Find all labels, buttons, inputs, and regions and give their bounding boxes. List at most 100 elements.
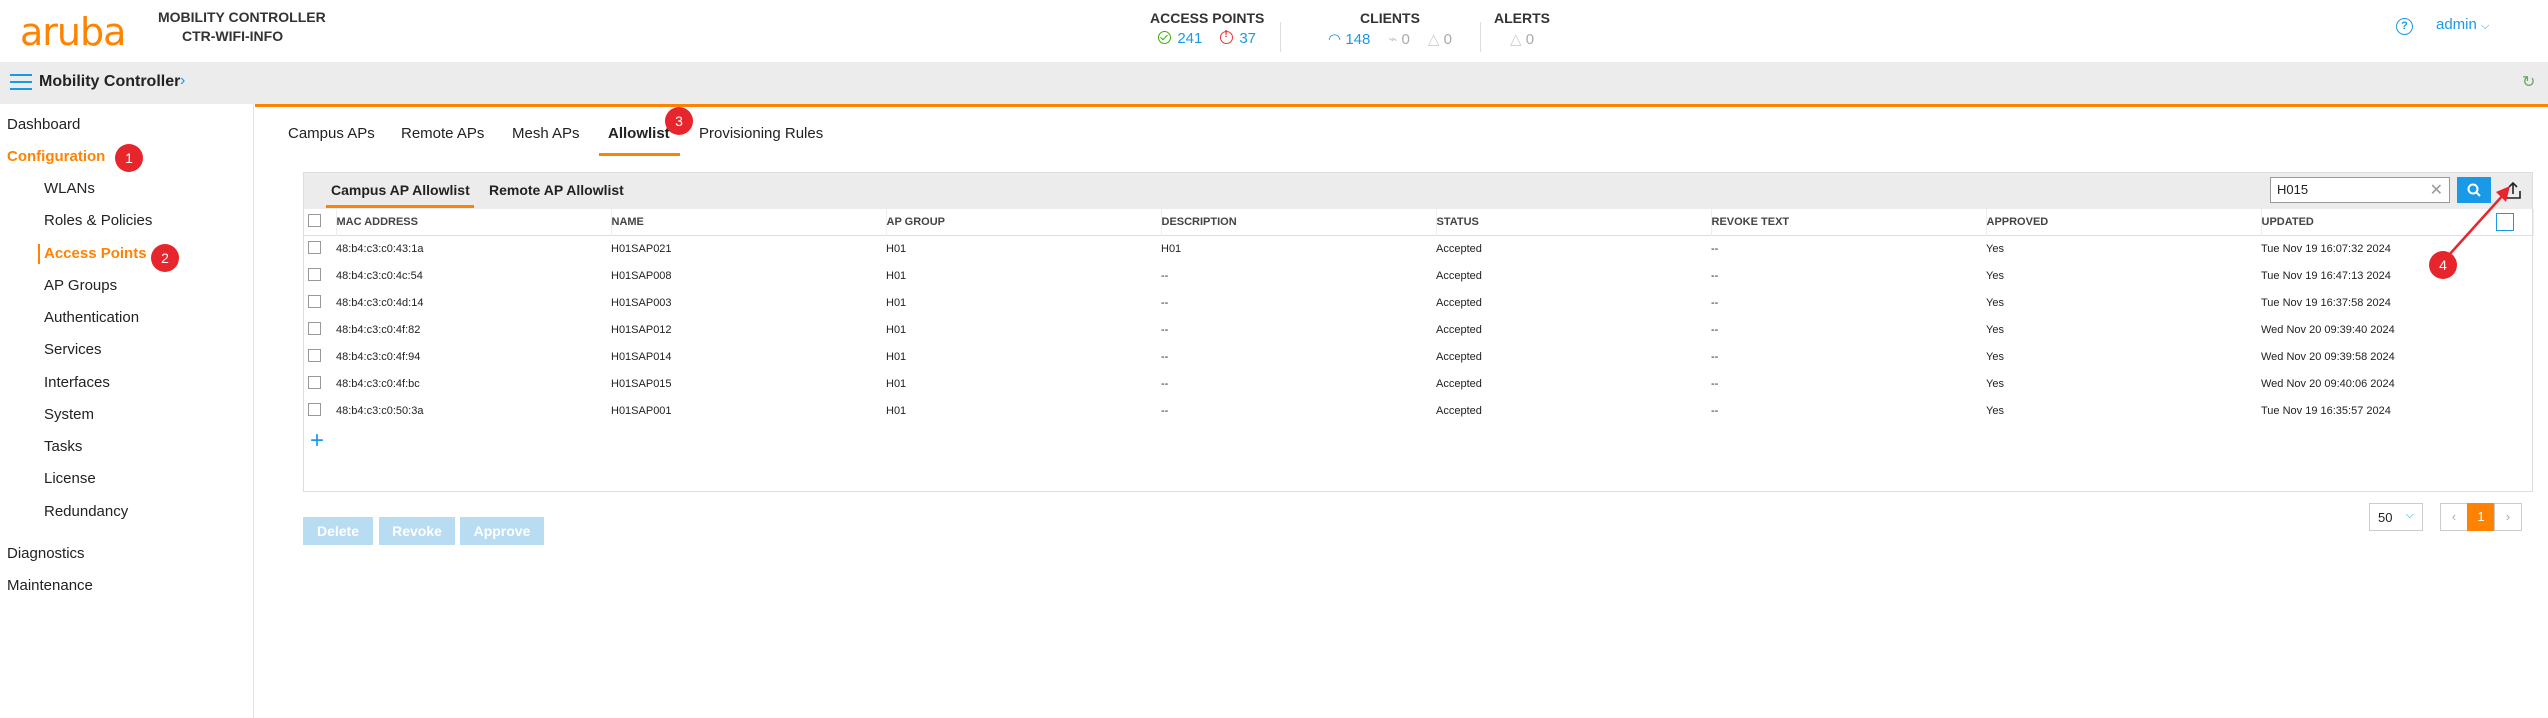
cell-approved: Yes [1986,404,2004,417]
column-settings-icon[interactable] [2496,213,2514,231]
row-checkbox[interactable] [308,402,321,416]
cell-ap-group: H01 [886,323,907,336]
page-size-select[interactable]: 50 ⌵ [2369,503,2423,531]
tab-bar: Campus APs Remote APs Mesh APs Allowlist… [255,107,2548,160]
clients-summary[interactable]: CLIENTS ◠ 148 ⌁ 0 △ 0 [1300,10,1480,48]
page-button-current[interactable]: 1 [2467,503,2495,531]
subtab-remote-ap-allowlist[interactable]: Remote AP Allowlist [489,182,624,198]
access-points-summary[interactable]: ACCESS POINTS 241 37 [1150,10,1264,47]
table-row[interactable]: 48:b4:c3:c0:4d:14 H01SAP003 H01 -- Accepted -… [304,289,2534,316]
top-header: aruba MOBILITY CONTROLLER CTR-WIFI-INFO … [0,0,2548,62]
col-name[interactable]: NAME [611,209,887,235]
row-select-cell [304,370,336,397]
cell-status: Accepted [1436,404,1482,417]
wireless-clients-count[interactable]: ◠ 148 [1328,30,1370,48]
thumb-icon: △ [1427,31,1440,48]
cell-status: Accepted [1436,377,1482,390]
alerts-summary[interactable]: ALERTS △ 0 [1494,10,1550,48]
chevron-right-icon[interactable]: › [180,72,185,90]
step-badge-3: 3 [665,107,693,135]
delete-button[interactable]: Delete [303,517,373,545]
add-icon[interactable]: + [310,427,324,455]
search-input[interactable]: H015 ✕ [2270,177,2450,203]
clear-icon[interactable]: ✕ [2430,180,2443,200]
tab-active-underline [599,153,680,156]
tab-mesh-aps[interactable]: Mesh APs [512,125,580,142]
subtab-campus-ap-allowlist[interactable]: Campus AP Allowlist [331,182,470,198]
menu-icon[interactable] [10,74,32,90]
cell-approved: Yes [1986,350,2004,363]
tab-campus-aps[interactable]: Campus APs [288,125,375,142]
sidebar-item-services[interactable]: Services [44,341,102,358]
alerts-label: ALERTS [1494,10,1550,26]
export-button[interactable] [2500,177,2526,203]
approve-button[interactable]: Approve [460,517,544,545]
wired-clients-count[interactable]: ⌁ 0 [1388,30,1410,48]
table-row[interactable]: 48:b4:c3:c0:4f:82 H01SAP012 H01 -- Accepted -… [304,316,2534,343]
sidebar-item-interfaces[interactable]: Interfaces [44,374,110,391]
sidebar-item-maintenance[interactable]: Maintenance [7,577,93,594]
row-checkbox[interactable] [308,348,321,362]
row-checkbox[interactable] [308,294,321,308]
other-clients-count[interactable]: △ 0 [1428,30,1452,48]
table-row[interactable]: 48:b4:c3:c0:4c:54 H01SAP008 H01 -- Accepted -… [304,262,2534,289]
tab-provisioning-rules[interactable]: Provisioning Rules [699,125,823,142]
col-ap-group[interactable]: AP GROUP [886,209,1162,235]
ap-down-count[interactable]: 37 [1220,29,1256,47]
search-button[interactable] [2457,177,2491,203]
prev-page-button[interactable]: ‹ [2440,503,2468,531]
allowlist-table: MAC ADDRESS NAME AP GROUP DESCRIPTION ST… [304,209,2534,424]
sidebar-item-license[interactable]: License [44,470,96,487]
alerts-count[interactable]: △ 0 [1510,30,1534,48]
sidebar-item-access-points[interactable]: Access Points [44,245,147,262]
cell-description: H01 [1161,242,1182,255]
sidebar-item-dashboard[interactable]: Dashboard [7,116,80,133]
revoke-button[interactable]: Revoke [379,517,455,545]
col-mac-address[interactable]: MAC ADDRESS [336,209,612,235]
aruba-logo[interactable]: aruba [20,10,126,54]
col-description[interactable]: DESCRIPTION [1161,209,1437,235]
tab-remote-aps[interactable]: Remote APs [401,125,484,142]
main-content: Campus APs Remote APs Mesh APs Allowlist… [255,104,2548,718]
sidebar-item-diagnostics[interactable]: Diagnostics [7,545,85,562]
table-row[interactable]: 48:b4:c3:c0:4f:94 H01SAP014 H01 -- Accepted -… [304,343,2534,370]
table-row[interactable]: 48:b4:c3:c0:4f:bc H01SAP015 H01 -- Accepted -… [304,370,2534,397]
sidebar-item-wlans[interactable]: WLANs [44,180,95,197]
cell-ap-group: H01 [886,242,907,255]
cell-ap-group: H01 [886,350,907,363]
cell-approved: Yes [1986,296,2004,309]
col-revoke-text[interactable]: REVOKE TEXT [1711,209,1987,235]
col-status[interactable]: STATUS [1436,209,1712,235]
col-updated[interactable]: UPDATED [2261,209,2534,235]
select-all-checkbox[interactable] [308,213,321,227]
tab-allowlist[interactable]: Allowlist [608,125,670,142]
cell-name: H01SAP012 [611,323,672,336]
breadcrumb-title[interactable]: Mobility Controller [39,73,180,91]
help-icon[interactable]: ? [2396,18,2413,35]
refresh-icon[interactable]: ↻ [2522,72,2535,92]
cell-updated: Tue Nov 19 16:35:57 2024 [2261,404,2391,417]
cell-status: Accepted [1436,296,1482,309]
col-approved[interactable]: APPROVED [1986,209,2262,235]
controller-name: CTR-WIFI-INFO [182,28,284,44]
table-row[interactable]: 48:b4:c3:c0:50:3a H01SAP001 H01 -- Accepted -… [304,397,2534,424]
sidebar-item-configuration[interactable]: Configuration [7,148,105,165]
row-checkbox[interactable] [308,375,321,389]
sidebar-item-roles-policies[interactable]: Roles & Policies [44,212,152,229]
row-checkbox[interactable] [308,321,321,335]
row-checkbox[interactable] [308,240,321,254]
sidebar-item-tasks[interactable]: Tasks [44,438,82,455]
sidebar-item-system[interactable]: System [44,406,94,423]
cell-status: Accepted [1436,350,1482,363]
sidebar-item-redundancy[interactable]: Redundancy [44,503,128,520]
next-page-button[interactable]: › [2494,503,2522,531]
row-checkbox[interactable] [308,267,321,281]
cell-name: H01SAP003 [611,296,672,309]
sidebar-item-authentication[interactable]: Authentication [44,309,139,326]
sidebar-item-ap-groups[interactable]: AP Groups [44,277,117,294]
user-menu[interactable]: admin ⌵ [2436,16,2489,33]
cell-revoke-text: -- [1711,269,1719,282]
table-row[interactable]: 48:b4:c3:c0:43:1a H01SAP021 H01 H01 Accepted… [304,235,2534,262]
cell-revoke-text: -- [1711,350,1719,363]
ap-up-count[interactable]: 241 [1158,30,1202,47]
